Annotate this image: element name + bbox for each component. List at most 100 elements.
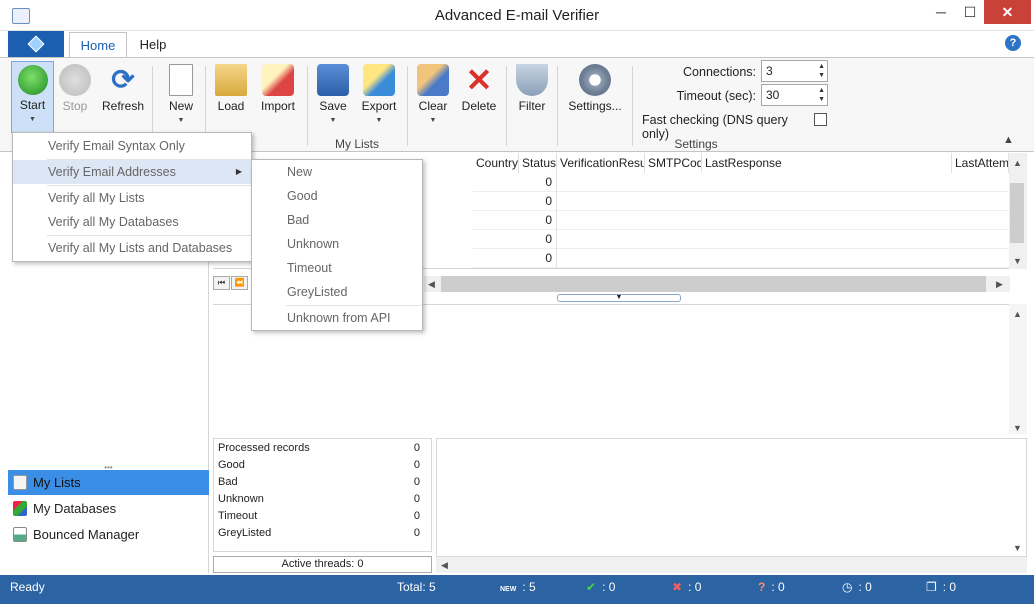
menu-item-verify-all-databases[interactable]: Verify all My Databases xyxy=(13,210,251,234)
previous-page-button[interactable]: ⏪ xyxy=(231,276,248,290)
scroll-left-icon[interactable]: ◀ xyxy=(428,279,435,290)
tab-home[interactable]: Home xyxy=(69,32,127,58)
first-record-button[interactable]: ⏮ xyxy=(213,276,230,290)
import-wand-icon xyxy=(262,64,294,96)
status-cell[interactable]: 0 xyxy=(519,249,557,268)
stat-row-timeout: Timeout 0 xyxy=(218,508,424,525)
column-header-country[interactable]: Country xyxy=(473,153,519,173)
grid-hscroll-thumb[interactable] xyxy=(441,276,986,292)
submenu-item-unknown[interactable]: Unknown xyxy=(252,232,422,256)
stat-row-bad: Bad 0 xyxy=(218,474,424,491)
close-button[interactable]: ✕ xyxy=(984,0,1031,24)
scroll-up-icon[interactable]: ▲ xyxy=(1013,309,1022,319)
nav-item-bounced-manager[interactable]: Bounced Manager xyxy=(8,522,209,547)
save-button[interactable]: Save ▼ xyxy=(316,64,350,124)
stop-button[interactable]: Stop xyxy=(58,64,92,113)
timeout-spinner[interactable]: 30 ▲ ▼ xyxy=(761,84,828,106)
stat-row-good: Good 0 xyxy=(218,457,424,474)
menu-item-verify-syntax[interactable]: Verify Email Syntax Only xyxy=(13,134,251,158)
load-button[interactable]: Load xyxy=(213,64,249,113)
submenu-item-unknown-from-api[interactable]: Unknown from API xyxy=(252,306,422,330)
tab-help[interactable]: Help xyxy=(132,32,174,58)
question-icon: ? xyxy=(758,580,766,594)
scroll-down-icon[interactable]: ▼ xyxy=(1013,543,1022,553)
column-header-verification-result[interactable]: VerificationResult xyxy=(557,153,645,173)
status-cell[interactable]: 0 xyxy=(519,230,557,249)
help-icon[interactable]: ? xyxy=(1005,35,1021,51)
scroll-down-icon[interactable]: ▼ xyxy=(1013,256,1022,266)
verify-submenu: New Good Bad Unknown Timeout GreyListed … xyxy=(251,159,423,331)
submenu-item-good[interactable]: Good xyxy=(252,184,422,208)
group-label-settings: Settings xyxy=(674,137,718,151)
ribbon-separator xyxy=(307,66,308,146)
maximize-button[interactable]: ☐ xyxy=(953,0,987,24)
stop-icon xyxy=(59,64,91,96)
grid-scroll-thumb[interactable] xyxy=(1010,183,1024,243)
log-horizontal-scrollbar[interactable] xyxy=(436,557,1027,573)
spin-arrows-icon[interactable]: ▲ ▼ xyxy=(818,86,825,104)
status-cell[interactable]: 0 xyxy=(519,173,557,192)
status-bad-count: : 0 xyxy=(688,580,702,594)
status-total: Total: 5 xyxy=(397,580,436,594)
status-copy-count: : 0 xyxy=(942,580,957,594)
refresh-button[interactable]: ⟳ Refresh xyxy=(101,64,145,113)
detail-splitter[interactable]: ▼ xyxy=(557,294,681,302)
check-icon: ✔ xyxy=(586,580,597,594)
new-button[interactable]: New ▼ xyxy=(164,64,198,124)
delete-button[interactable]: ✕ Delete xyxy=(459,64,499,113)
column-header-smtp-code[interactable]: SMTPCode xyxy=(645,153,702,173)
submenu-item-greylisted[interactable]: GreyListed xyxy=(252,280,422,304)
settings-button[interactable]: Settings... xyxy=(566,64,624,113)
menu-item-verify-all-lists[interactable]: Verify all My Lists xyxy=(13,186,251,210)
submenu-item-timeout[interactable]: Timeout xyxy=(252,256,422,280)
export-label: Export xyxy=(361,99,397,113)
bad-x-icon: ✖ xyxy=(672,580,683,594)
collapse-ribbon-icon[interactable]: ▲ xyxy=(1003,134,1014,146)
import-button[interactable]: Import xyxy=(257,64,299,113)
timeout-value: 30 xyxy=(766,88,780,102)
database-icon xyxy=(13,501,27,516)
start-button[interactable]: Start ▼ xyxy=(11,61,54,133)
submenu-arrow-icon: ▶ xyxy=(235,167,242,176)
fast-checking-checkbox[interactable] xyxy=(814,113,827,126)
settings-label: Settings... xyxy=(568,99,622,113)
stat-label: GreyListed xyxy=(218,527,272,539)
save-label: Save xyxy=(319,99,347,113)
submenu-item-new[interactable]: New xyxy=(252,160,422,184)
menu-item-verify-all-lists-and-databases[interactable]: Verify all My Lists and Databases xyxy=(13,236,251,260)
timeout-label: Timeout (sec): xyxy=(676,89,756,103)
scroll-up-icon[interactable]: ▲ xyxy=(1013,158,1022,168)
new-document-icon xyxy=(169,64,193,96)
column-header-last-attempt[interactable]: LastAttemp xyxy=(952,153,1009,173)
nav-item-my-databases[interactable]: My Databases xyxy=(8,496,209,521)
column-header-status[interactable]: Status xyxy=(519,153,557,173)
stat-value: 0 xyxy=(413,493,420,505)
column-header-last-response[interactable]: LastResponse xyxy=(702,153,952,173)
nav-item-my-lists[interactable]: My Lists xyxy=(8,470,209,495)
floppy-disk-icon xyxy=(317,64,349,96)
export-button[interactable]: Export ▼ xyxy=(359,64,399,124)
clear-button[interactable]: Clear ▼ xyxy=(415,64,451,124)
menu-item-verify-addresses[interactable]: Verify Email Addresses ▶ xyxy=(13,160,251,184)
delete-label: Delete xyxy=(461,99,497,113)
filter-button[interactable]: Filter xyxy=(515,64,549,113)
scroll-right-icon[interactable]: ▶ xyxy=(996,279,1003,290)
submenu-item-bad[interactable]: Bad xyxy=(252,208,422,232)
application-menu-button[interactable] xyxy=(8,31,64,57)
gear-icon xyxy=(579,64,611,96)
scroll-down-icon[interactable]: ▼ xyxy=(1013,423,1022,433)
stat-label: Bad xyxy=(218,476,238,488)
active-threads-label: Active threads: 0 xyxy=(213,556,432,573)
delete-x-icon: ✕ xyxy=(465,62,493,98)
detail-vertical-scrollbar[interactable] xyxy=(1009,304,1027,434)
new-badge-icon: NEW xyxy=(500,586,517,593)
copy-icon: ❐ xyxy=(926,580,937,594)
dropdown-arrow-icon: ▼ xyxy=(375,117,383,124)
status-cell[interactable]: 0 xyxy=(519,211,557,230)
spin-arrows-icon[interactable]: ▲ ▼ xyxy=(818,62,825,80)
folder-icon xyxy=(215,64,247,96)
connections-spinner[interactable]: 3 ▲ ▼ xyxy=(761,60,828,82)
scroll-left-icon[interactable]: ◀ xyxy=(441,560,448,571)
status-unknown-count: : 0 xyxy=(771,580,785,594)
status-cell[interactable]: 0 xyxy=(519,192,557,211)
